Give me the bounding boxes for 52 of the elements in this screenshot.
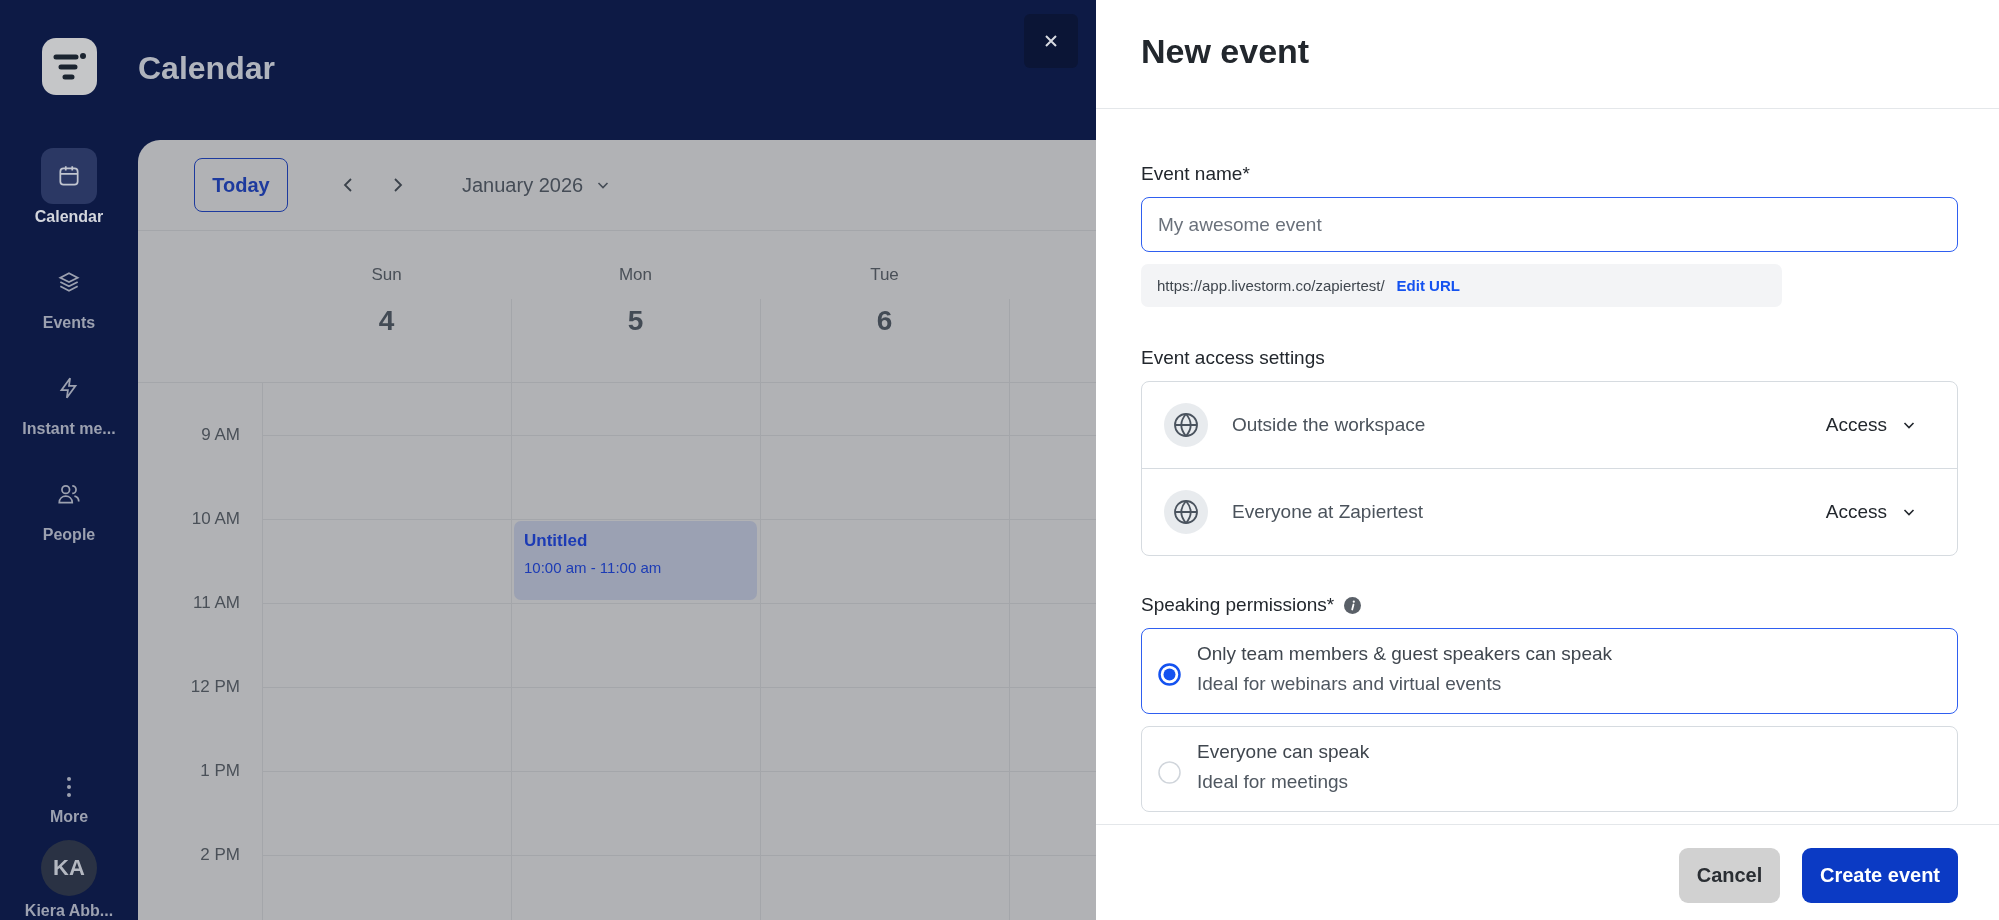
globe-icon: [1164, 403, 1208, 447]
logo-icon: [41, 38, 97, 95]
access-name: Outside the workspace: [1232, 414, 1427, 436]
sidebar-item[interactable]: Events: [41, 254, 97, 332]
month-dropdown[interactable]: January 2026: [462, 173, 612, 197]
more-button[interactable]: More: [49, 776, 89, 826]
option-title: Only team members & guest speakers can speak: [1197, 643, 1613, 665]
event-time: 10:00 am - 11:00 am: [524, 559, 663, 576]
user-avatar[interactable]: KA: [41, 840, 97, 896]
calendar-icon: [56, 163, 82, 189]
radio-option[interactable]: Only team members & guest speakers can speak Ideal for webinars and virtual events: [1141, 628, 1958, 714]
hour-label: 12 PM: [190, 677, 240, 697]
edit-url-link[interactable]: Edit URL: [1396, 277, 1460, 294]
cancel-button[interactable]: Cancel: [1679, 848, 1780, 903]
radio-option[interactable]: Everyone can speak Ideal for meetings: [1141, 726, 1958, 812]
event-title: Untitled: [524, 531, 589, 551]
close-button[interactable]: [1024, 14, 1078, 68]
input-field[interactable]: My awesome event: [1141, 197, 1958, 252]
hour-label: 9 AM: [201, 425, 240, 445]
option-title: Everyone can speak: [1197, 741, 1370, 763]
calendar-event[interactable]: Untitled 10:00 am - 11:00 am: [514, 521, 757, 600]
access-dropdown[interactable]: Access: [1825, 414, 1917, 436]
field-label: Event name*: [1141, 163, 1251, 185]
day-name: Sun: [371, 265, 402, 285]
page-title: Calendar: [138, 49, 275, 87]
day-number: 6: [876, 305, 893, 337]
panel-title: New event: [1141, 31, 1310, 71]
user-name: Kiera Abb...: [24, 902, 114, 920]
url-text: https://app.livestorm.co/zapiertest/: [1157, 277, 1385, 294]
globe-icon: [1164, 490, 1208, 534]
info-icon: [1344, 596, 1362, 614]
day-number: 4: [378, 305, 395, 337]
hour-label: 2 PM: [200, 845, 240, 865]
section-label: Event access settings: [1141, 347, 1326, 369]
day-name: Mon: [618, 265, 653, 285]
more-icon: [66, 776, 72, 798]
hour-label: 11 AM: [193, 593, 240, 613]
access-name: Everyone at Zapiertest: [1232, 501, 1425, 523]
create-button[interactable]: Create event: [1802, 848, 1958, 903]
section-label: Speaking permissions*: [1141, 594, 1335, 616]
sidebar-item[interactable]: Instant me...: [22, 360, 116, 438]
radio-button[interactable]: [1158, 663, 1181, 686]
day-name: Tue: [870, 265, 899, 285]
close-icon: [1043, 33, 1059, 49]
today-button[interactable]: Today: [194, 158, 288, 212]
sidebar-item[interactable]: People: [41, 466, 97, 544]
day-number: 5: [627, 305, 644, 337]
hour-label: 10 AM: [191, 509, 240, 529]
hour-label: 1 PM: [200, 761, 240, 781]
option-description: Ideal for webinars and virtual events: [1197, 673, 1503, 695]
option-description: Ideal for meetings: [1197, 771, 1350, 793]
access-dropdown[interactable]: Access: [1825, 501, 1917, 523]
